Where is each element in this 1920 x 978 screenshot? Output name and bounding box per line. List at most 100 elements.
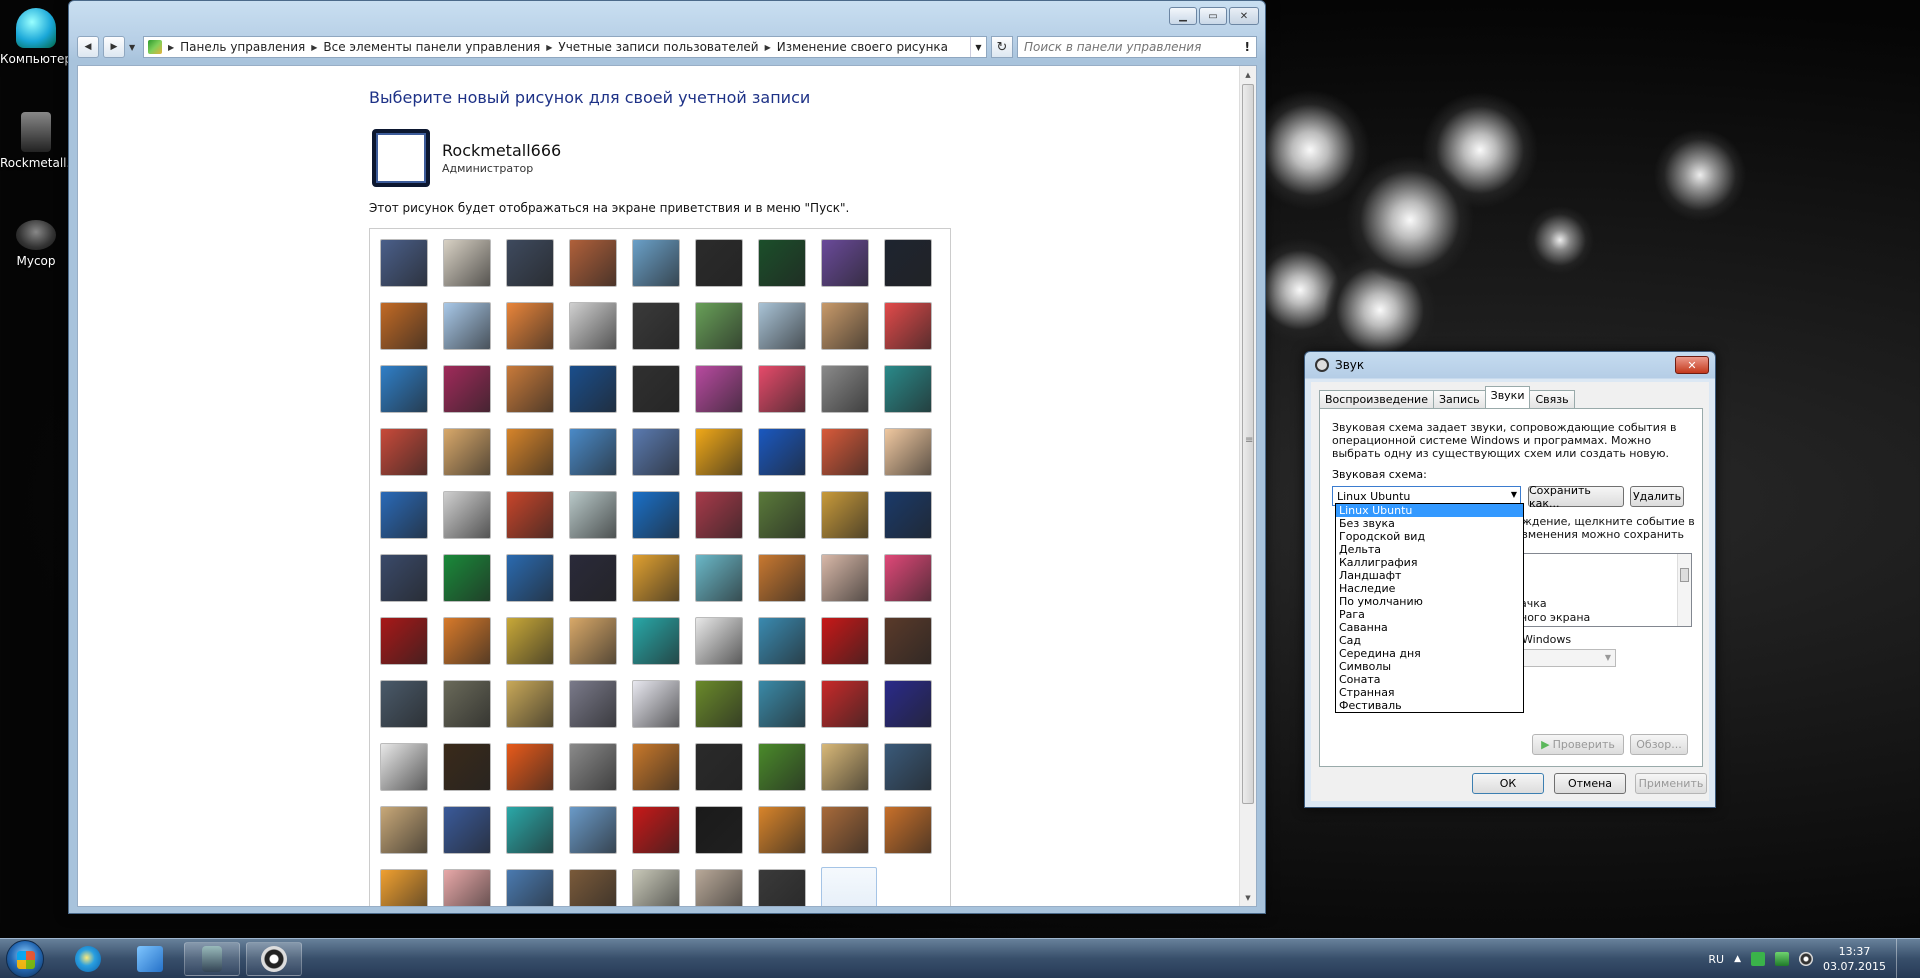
picture-tile[interactable]: [758, 806, 806, 854]
picture-tile[interactable]: [632, 428, 680, 476]
chevron-right-icon[interactable]: ▶: [168, 43, 174, 52]
picture-tile[interactable]: [821, 491, 869, 539]
ok-button[interactable]: ОК: [1472, 773, 1544, 794]
minimize-button[interactable]: ▁: [1169, 7, 1197, 25]
picture-tile[interactable]: [443, 239, 491, 287]
picture-tile[interactable]: [821, 302, 869, 350]
show-desktop-button[interactable]: [1896, 939, 1910, 978]
picture-tile[interactable]: [506, 743, 554, 791]
start-button[interactable]: [6, 940, 44, 978]
breadcrumb-control-panel[interactable]: Панель управления: [180, 40, 305, 54]
picture-tile[interactable]: [758, 491, 806, 539]
picture-tile[interactable]: [632, 743, 680, 791]
picture-tile[interactable]: [758, 680, 806, 728]
picture-tile[interactable]: [569, 869, 617, 906]
picture-tile[interactable]: [758, 239, 806, 287]
picture-tile[interactable]: [569, 806, 617, 854]
chevron-right-icon[interactable]: ▶: [765, 43, 771, 52]
picture-tile[interactable]: [758, 365, 806, 413]
taskbar-user-accounts[interactable]: [184, 942, 240, 976]
picture-tile[interactable]: [380, 806, 428, 854]
save-as-button[interactable]: Сохранить как...: [1528, 484, 1624, 510]
picture-tile[interactable]: [695, 239, 743, 287]
taskbar-explorer[interactable]: [122, 942, 178, 976]
tab-recording[interactable]: Запись: [1432, 390, 1486, 408]
picture-tile[interactable]: [632, 302, 680, 350]
search-box[interactable]: !: [1017, 36, 1257, 58]
scheme-option[interactable]: Рага: [1336, 608, 1523, 621]
flag-icon[interactable]: [1751, 952, 1766, 966]
picture-tile[interactable]: [443, 491, 491, 539]
picture-tile[interactable]: [569, 554, 617, 602]
picture-tile[interactable]: [443, 365, 491, 413]
scheme-option[interactable]: По умолчанию: [1336, 595, 1523, 608]
picture-tile[interactable]: [884, 680, 932, 728]
picture-tile[interactable]: [506, 617, 554, 665]
picture-tile[interactable]: [380, 617, 428, 665]
picture-tile[interactable]: [632, 806, 680, 854]
desktop-icon-user[interactable]: Rockmetall...: [0, 112, 78, 170]
scheme-option[interactable]: Наследие: [1336, 582, 1523, 595]
picture-tile[interactable]: [821, 239, 869, 287]
picture-tile[interactable]: [380, 554, 428, 602]
picture-tile[interactable]: [506, 491, 554, 539]
picture-tile[interactable]: [380, 302, 428, 350]
scheme-option[interactable]: Соната: [1336, 673, 1523, 686]
scheme-option[interactable]: Странная: [1336, 686, 1523, 699]
picture-tile[interactable]: [758, 554, 806, 602]
picture-tile[interactable]: [884, 428, 932, 476]
picture-tile[interactable]: [695, 680, 743, 728]
picture-tile[interactable]: [569, 680, 617, 728]
volume-icon[interactable]: [1799, 952, 1814, 966]
picture-tile[interactable]: [632, 491, 680, 539]
address-bar[interactable]: ▶ Панель управления ▶ Все элементы панел…: [143, 36, 987, 58]
show-hidden-icons-icon[interactable]: ▲: [1734, 954, 1741, 964]
desktop-icon-computer[interactable]: Компьютер: [0, 8, 72, 66]
forward-button[interactable]: ▶: [103, 36, 125, 58]
tab-playback[interactable]: Воспроизведение: [1319, 390, 1434, 408]
scheme-option[interactable]: Городской вид: [1336, 530, 1523, 543]
picture-tile[interactable]: [695, 806, 743, 854]
picture-tile[interactable]: [821, 617, 869, 665]
maximize-button[interactable]: ▭: [1199, 7, 1227, 25]
picture-tile[interactable]: [821, 365, 869, 413]
picture-tile[interactable]: [569, 365, 617, 413]
desktop-icon-recycle-bin[interactable]: Мусор: [0, 214, 72, 268]
picture-tile[interactable]: [632, 617, 680, 665]
picture-tile[interactable]: [884, 554, 932, 602]
picture-tile[interactable]: [506, 680, 554, 728]
picture-tile[interactable]: [506, 302, 554, 350]
picture-tile[interactable]: [443, 869, 491, 906]
picture-tile[interactable]: [821, 743, 869, 791]
breadcrumb-change-picture[interactable]: Изменение своего рисунка: [777, 40, 948, 54]
tab-communications[interactable]: Связь: [1529, 390, 1575, 408]
picture-tile[interactable]: [569, 239, 617, 287]
picture-tile[interactable]: [380, 491, 428, 539]
picture-tile[interactable]: [821, 554, 869, 602]
search-icon[interactable]: !: [1245, 40, 1250, 54]
scheme-option[interactable]: Без звука: [1336, 517, 1523, 530]
picture-tile[interactable]: [695, 743, 743, 791]
refresh-button[interactable]: ↻: [991, 36, 1013, 58]
clock[interactable]: 13:37 03.07.2015: [1823, 944, 1886, 974]
sounds-select[interactable]: ▼: [1510, 649, 1616, 667]
taskbar-internet-explorer[interactable]: [60, 942, 116, 976]
picture-tile[interactable]: [380, 428, 428, 476]
picture-tile[interactable]: [821, 428, 869, 476]
picture-tile[interactable]: [506, 869, 554, 906]
scroll-thumb[interactable]: [1242, 84, 1254, 804]
scheme-option[interactable]: Символы: [1336, 660, 1523, 673]
picture-tile[interactable]: [632, 239, 680, 287]
taskbar-sound[interactable]: [246, 942, 302, 976]
events-scrollbar[interactable]: [1677, 554, 1691, 626]
search-input[interactable]: [1024, 40, 1241, 54]
scheme-option[interactable]: Фестиваль: [1336, 699, 1523, 712]
picture-tile[interactable]: [569, 491, 617, 539]
picture-tile[interactable]: [506, 428, 554, 476]
back-button[interactable]: ◀: [77, 36, 99, 58]
picture-tile[interactable]: [884, 365, 932, 413]
vertical-scrollbar[interactable]: ▲ ▼: [1239, 66, 1256, 906]
chevron-right-icon[interactable]: ▶: [311, 43, 317, 52]
apply-button[interactable]: Применить: [1635, 773, 1707, 794]
chevron-right-icon[interactable]: ▶: [546, 43, 552, 52]
